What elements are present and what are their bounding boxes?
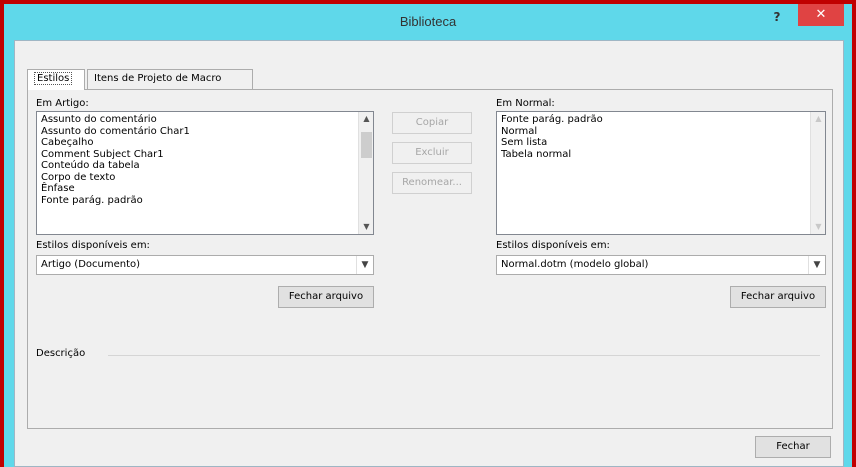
close-window-button[interactable]: ✕ — [798, 4, 844, 26]
list-item[interactable]: Assunto do comentário — [41, 114, 357, 126]
left-styles-items: Assunto do comentário Assunto do comentár… — [41, 114, 357, 206]
list-item[interactable]: Normal — [501, 126, 809, 138]
dialog-body: Estilos Itens de Projeto de Macro Em Art… — [14, 40, 844, 467]
left-list-label: Em Artigo: — [36, 98, 89, 109]
list-item[interactable]: Assunto do comentário Char1 — [41, 126, 357, 138]
description-divider — [108, 355, 820, 356]
list-item[interactable]: Fonte parág. padrão — [41, 195, 357, 207]
scroll-up-arrow-icon[interactable]: ▲ — [359, 112, 373, 126]
right-list-label: Em Normal: — [496, 98, 555, 109]
left-available-value: Artigo (Documento) — [41, 259, 141, 270]
list-item[interactable]: Tabela normal — [501, 149, 809, 161]
left-styles-listbox[interactable]: Assunto do comentário Assunto do comentár… — [36, 111, 374, 235]
chevron-down-icon[interactable]: ▼ — [356, 256, 373, 274]
right-available-label: Estilos disponíveis em: — [496, 240, 610, 251]
delete-button[interactable]: Excluir — [392, 142, 472, 164]
left-available-label: Estilos disponíveis em: — [36, 240, 150, 251]
scroll-down-arrow-icon[interactable]: ▼ — [359, 220, 373, 234]
dialog-window: Biblioteca ? ✕ Estilos Itens de Projeto … — [0, 0, 856, 467]
tab-macro-label: Itens de Projeto de Macro — [94, 73, 222, 84]
tab-estilos[interactable]: Estilos — [27, 69, 85, 90]
left-close-file-button[interactable]: Fechar arquivo — [278, 286, 374, 308]
right-styles-listbox[interactable]: Fonte parág. padrão Normal Sem lista Tabela… — [496, 111, 826, 235]
left-list-scrollbar[interactable]: ▲ ▼ — [358, 112, 373, 234]
scroll-down-arrow-icon: ▼ — [815, 222, 822, 231]
title-bar: Biblioteca ? ✕ — [4, 4, 852, 40]
close-dialog-button[interactable]: Fechar — [755, 436, 831, 458]
tab-estilos-label: Estilos — [34, 72, 73, 85]
copy-button[interactable]: Copiar — [392, 112, 472, 134]
list-item[interactable]: Fonte parág. padrão — [501, 114, 809, 126]
right-styles-items: Fonte parág. padrão Normal Sem lista Tabela… — [501, 114, 809, 160]
list-item[interactable]: Conteúdo da tabela — [41, 160, 357, 172]
styles-tab-panel: Em Artigo: Assunto do comentário Assunto … — [27, 89, 833, 429]
left-available-combo[interactable]: Artigo (Documento) ▼ — [36, 255, 374, 275]
list-item[interactable]: Ênfase — [41, 183, 357, 195]
list-item[interactable]: Comment Subject Char1 — [41, 149, 357, 161]
chevron-down-icon[interactable]: ▼ — [808, 256, 825, 274]
scroll-thumb[interactable] — [361, 132, 372, 158]
scroll-up-arrow-icon: ▲ — [815, 114, 822, 123]
dialog-title: Biblioteca — [399, 14, 457, 29]
rename-button[interactable]: Renomear... — [392, 172, 472, 194]
right-close-file-button[interactable]: Fechar arquivo — [730, 286, 826, 308]
description-label: Descrição — [36, 348, 86, 359]
right-available-combo[interactable]: Normal.dotm (modelo global) ▼ — [496, 255, 826, 275]
help-button[interactable]: ? — [768, 8, 786, 26]
right-available-value: Normal.dotm (modelo global) — [501, 259, 649, 270]
tab-macro-project-items[interactable]: Itens de Projeto de Macro — [87, 69, 253, 89]
right-list-scrollbar: ▲ ▼ — [810, 112, 825, 234]
list-item[interactable]: Corpo de texto — [41, 172, 357, 184]
list-item[interactable]: Cabeçalho — [41, 137, 357, 149]
list-item[interactable]: Sem lista — [501, 137, 809, 149]
